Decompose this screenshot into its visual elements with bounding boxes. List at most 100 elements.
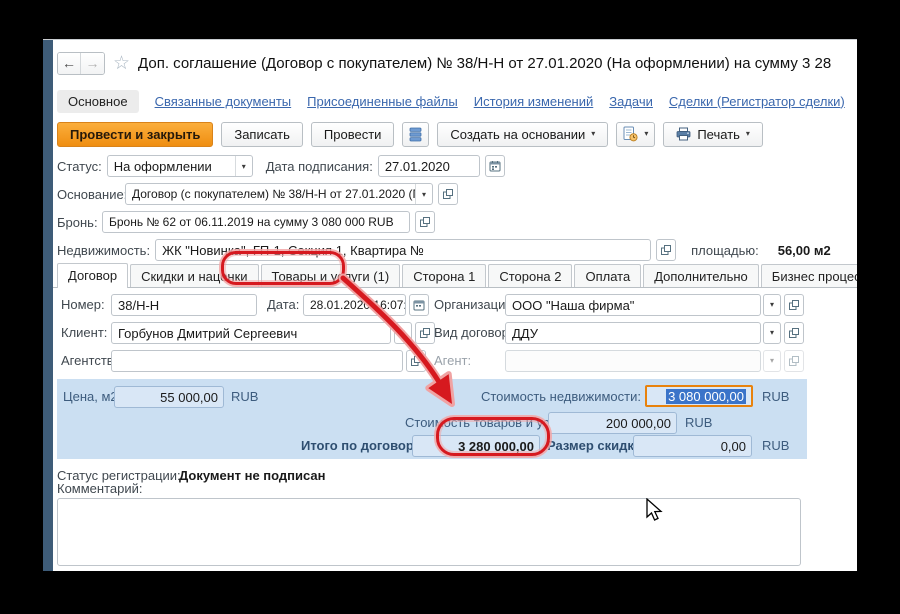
- nav-item-attached-files[interactable]: Присоединенные файлы: [307, 94, 458, 109]
- date-calendar-button[interactable]: [409, 294, 429, 316]
- post-button[interactable]: Провести: [311, 122, 395, 147]
- date-label: Дата:: [267, 294, 299, 316]
- property-cost-label: Стоимость недвижимости:: [427, 386, 641, 408]
- open-link-icon: [419, 327, 431, 339]
- client-dropdown-button[interactable]: ▾: [394, 322, 412, 344]
- chevron-down-icon: ▾: [644, 130, 648, 138]
- calendar-icon: [413, 299, 425, 311]
- basis-select[interactable]: Договор (с покупателем) № 38/Н-Н от 27.0…: [125, 183, 433, 205]
- open-link-icon: [788, 299, 800, 311]
- contract-total-input[interactable]: 3 280 000,00: [412, 435, 540, 457]
- nav-item-change-history[interactable]: История изменений: [474, 94, 594, 109]
- agent-dropdown-button[interactable]: ▾: [763, 350, 781, 372]
- print-button[interactable]: Печать ▾: [663, 122, 763, 147]
- tab-goods-services[interactable]: Товары и услуги (1): [261, 264, 401, 287]
- tab-additional[interactable]: Дополнительно: [643, 264, 759, 287]
- price-per-m2-input[interactable]: 55 000,00: [114, 386, 224, 408]
- comment-input[interactable]: [57, 498, 801, 566]
- property-cost-input[interactable]: 3 080 000,00: [645, 385, 753, 407]
- client-open-button[interactable]: [415, 322, 435, 344]
- post-and-close-button[interactable]: Провести и закрыть: [57, 122, 213, 147]
- property-cost-currency: RUB: [762, 386, 789, 408]
- tab-contract[interactable]: Договор: [57, 263, 128, 288]
- basis-row: Основание: Договор (с покупателем) № 38/…: [53, 182, 857, 206]
- title-bar: ← → ☆ Доп. соглашение (Договор с покупат…: [53, 50, 857, 76]
- print-label: Печать: [697, 127, 740, 142]
- signing-date-input[interactable]: 27.01.2020: [378, 155, 480, 177]
- open-link-icon: [442, 188, 454, 200]
- organization-input[interactable]: ООО "Наша фирма": [505, 294, 761, 316]
- totals-panel: Цена, м2: 55 000,00 RUB Стоимость недвиж…: [57, 379, 807, 459]
- nav-item-related-documents[interactable]: Связанные документы: [155, 94, 292, 109]
- document-window: ← → ☆ Доп. соглашение (Договор с покупат…: [43, 39, 857, 571]
- open-link-icon: [788, 327, 800, 339]
- agent-input[interactable]: [505, 350, 761, 372]
- show-movements-button[interactable]: [402, 122, 429, 147]
- status-value: На оформлении: [108, 156, 235, 176]
- property-input[interactable]: ЖК "Новинка", ГП-1, Секция 1, Квартира №: [155, 239, 651, 261]
- status-row: Статус: На оформлении ▾ Дата подписания:…: [53, 154, 857, 178]
- goods-cost-label: Стоимость товаров и услуг:: [405, 412, 543, 434]
- tab-business-process[interactable]: Бизнес процесс: [761, 264, 857, 287]
- favorite-star-icon[interactable]: ☆: [113, 54, 130, 73]
- tab-payment[interactable]: Оплата: [574, 264, 641, 287]
- chevron-down-icon: ▾: [401, 329, 405, 337]
- reservation-open-button[interactable]: [415, 211, 435, 233]
- date-input[interactable]: 28.01.2020 16:07:08: [303, 294, 406, 316]
- agency-input[interactable]: [111, 350, 403, 372]
- property-row: Недвижимость: ЖК "Новинка", ГП-1, Секция…: [53, 238, 857, 262]
- contract-total-label: Итого по договору:: [290, 435, 425, 457]
- form-row-client: Клиент: Горбунов Дмитрий Сергеевич ▾ Вид…: [53, 322, 857, 344]
- number-input[interactable]: 38/Н-Н: [111, 294, 257, 316]
- window-content: ← → ☆ Доп. соглашение (Договор с покупат…: [53, 40, 857, 571]
- area-label: площадью:: [691, 243, 759, 258]
- agency-open-button[interactable]: [406, 350, 426, 372]
- chevron-down-icon[interactable]: ▾: [235, 156, 252, 176]
- chevron-down-icon: ▾: [746, 130, 750, 138]
- back-icon: ←: [62, 55, 76, 71]
- price-per-m2-label: Цена, м2:: [63, 386, 121, 408]
- forward-button[interactable]: →: [81, 53, 104, 74]
- registration-status-value: Документ не подписан: [179, 465, 326, 487]
- basis-value: Договор (с покупателем) № 38/Н-Н от 27.0…: [126, 184, 415, 204]
- register-records-icon: [409, 127, 422, 142]
- discount-input[interactable]: 0,00: [633, 435, 752, 457]
- create-based-on-button[interactable]: Создать на основании ▾: [437, 122, 608, 147]
- nav-item-main[interactable]: Основное: [57, 90, 139, 113]
- reminder-button[interactable]: ▾: [616, 122, 655, 147]
- goods-cost-input[interactable]: 200 000,00: [548, 412, 677, 434]
- agent-open-button[interactable]: [784, 350, 804, 372]
- nav-item-tasks[interactable]: Задачи: [609, 94, 653, 109]
- property-label: Недвижимость:: [57, 243, 150, 258]
- tab-party1[interactable]: Сторона 1: [402, 264, 486, 287]
- agent-label: Агент:: [434, 350, 471, 372]
- discount-label: Размер скидки:: [547, 435, 646, 457]
- open-link-icon: [660, 244, 672, 256]
- form-row-number: Номер: 38/Н-Н Дата: 28.01.2020 16:07:08 …: [53, 294, 857, 316]
- chevron-down-icon: ▾: [770, 329, 774, 337]
- contract-type-open-button[interactable]: [784, 322, 804, 344]
- discount-currency: RUB: [762, 435, 789, 457]
- nav-item-deals[interactable]: Сделки (Регистратор сделки): [669, 94, 845, 109]
- reservation-row: Бронь: Бронь № 62 от 06.11.2019 на сумму…: [53, 210, 857, 234]
- desktop: { "icons": { "back": "←", "forward": "→"…: [0, 0, 900, 614]
- tab-discounts[interactable]: Скидки и наценки: [130, 264, 258, 287]
- organization-dropdown-button[interactable]: ▾: [763, 294, 781, 316]
- tab-bar: Договор Скидки и наценки Товары и услуги…: [53, 264, 857, 288]
- open-link-icon: [788, 355, 800, 367]
- client-input[interactable]: Горбунов Дмитрий Сергеевич: [111, 322, 391, 344]
- save-button[interactable]: Записать: [221, 122, 303, 147]
- organization-open-button[interactable]: [784, 294, 804, 316]
- signing-date-calendar-button[interactable]: [485, 155, 505, 177]
- status-select[interactable]: На оформлении ▾: [107, 155, 253, 177]
- contract-type-input[interactable]: ДДУ: [505, 322, 761, 344]
- tab-party2[interactable]: Сторона 2: [488, 264, 572, 287]
- contract-type-dropdown-button[interactable]: ▾: [763, 322, 781, 344]
- back-button[interactable]: ←: [58, 53, 81, 74]
- registration-status-row: Статус регистрации: Документ не подписан: [53, 465, 857, 487]
- basis-open-button[interactable]: [438, 183, 458, 205]
- chevron-down-icon: ▾: [770, 301, 774, 309]
- reservation-input[interactable]: Бронь № 62 от 06.11.2019 на сумму 3 080 …: [102, 211, 410, 233]
- chevron-down-icon[interactable]: ▾: [415, 184, 432, 204]
- property-open-button[interactable]: [656, 239, 676, 261]
